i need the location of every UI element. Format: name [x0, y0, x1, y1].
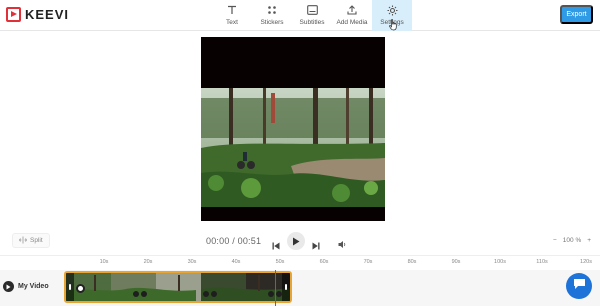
ruler-label: 60s: [319, 259, 329, 265]
volume-icon[interactable]: [338, 236, 347, 254]
video-preview[interactable]: [201, 37, 385, 221]
ruler-label: 100s: [494, 259, 506, 265]
time-display: 00:00 / 00:51: [206, 236, 262, 246]
clip-end-marker: [275, 270, 276, 306]
track-name: My Video: [18, 283, 49, 290]
chat-bubble-icon: [573, 277, 586, 295]
ruler-label: 120s: [580, 259, 592, 265]
subtitles-icon: [306, 4, 318, 16]
skip-back-button[interactable]: [272, 237, 280, 255]
tool-text[interactable]: Text: [212, 0, 252, 31]
tool-add-media-label: Add Media: [336, 19, 368, 26]
playback-controls: Split 00:00 / 00:51 − 100 % +: [0, 230, 600, 252]
clip-trim-handle-left[interactable]: [66, 273, 74, 301]
split-button[interactable]: Split: [12, 233, 50, 248]
editor-app: KEEVI Text Stickers Subtitles Add Media …: [0, 0, 600, 308]
playhead-knob[interactable]: [76, 284, 85, 293]
export-button[interactable]: Export: [560, 5, 593, 24]
track-header[interactable]: My Video: [3, 281, 49, 292]
ruler-label: 10s: [99, 259, 109, 265]
zoom-out-button[interactable]: −: [553, 237, 557, 244]
track-play-icon[interactable]: [3, 281, 14, 292]
split-label: Split: [30, 237, 43, 244]
hand-pointer-icon: [389, 18, 398, 36]
stickers-grid-icon: [266, 4, 278, 16]
ruler-label: 110s: [536, 259, 548, 265]
tool-bar: Text Stickers Subtitles Add Media: [212, 0, 412, 31]
upload-icon: [346, 4, 358, 16]
ruler-label: 20s: [143, 259, 153, 265]
split-icon: [19, 236, 27, 246]
tool-stickers[interactable]: Stickers: [252, 0, 292, 31]
top-bar: KEEVI Text Stickers Subtitles Add Media …: [0, 0, 600, 31]
zoom-in-button[interactable]: +: [587, 237, 591, 244]
tool-subtitles-label: Subtitles: [299, 19, 325, 26]
video-frame-forest: [201, 88, 385, 207]
tool-add-media[interactable]: Add Media: [332, 0, 372, 31]
clip-thumbnails: [66, 273, 290, 301]
timeline-ruler[interactable]: 10s 20s 30s 40s 50s 60s 70s 80s 90s 100s…: [0, 255, 600, 269]
ruler-label: 70s: [363, 259, 373, 265]
ruler-label: 50s: [275, 259, 285, 265]
gear-icon: [386, 4, 398, 16]
zoom-control: − 100 % +: [553, 237, 591, 244]
ruler-label: 90s: [451, 259, 461, 265]
tool-subtitles[interactable]: Subtitles: [292, 0, 332, 31]
skip-forward-button[interactable]: [312, 237, 320, 255]
keevi-logo-icon: [6, 7, 21, 22]
text-icon: [226, 4, 238, 16]
logo[interactable]: KEEVI: [6, 7, 69, 22]
zoom-level: 100 %: [562, 237, 582, 244]
ruler-label: 40s: [231, 259, 241, 265]
chat-support-button[interactable]: [566, 273, 592, 299]
tool-text-label: Text: [226, 19, 238, 26]
video-track: My Video: [0, 270, 600, 306]
ruler-label: 80s: [407, 259, 417, 265]
brand-name: KEEVI: [25, 7, 70, 22]
video-clip[interactable]: [64, 271, 292, 303]
clip-trim-handle-right[interactable]: [282, 273, 290, 301]
play-button[interactable]: [287, 232, 305, 250]
ruler-label: 30s: [187, 259, 197, 265]
tool-stickers-label: Stickers: [260, 19, 284, 26]
